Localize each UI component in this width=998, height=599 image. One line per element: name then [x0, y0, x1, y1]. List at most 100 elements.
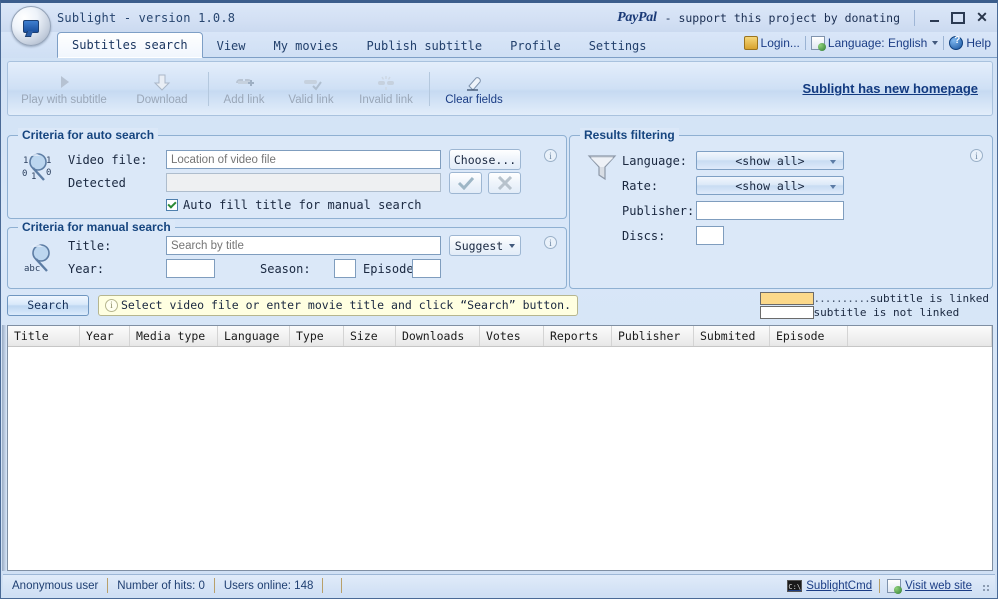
donate-text[interactable]: - support this project by donating [665, 11, 900, 25]
svg-text:1: 1 [23, 156, 28, 166]
globe-page-icon [811, 36, 825, 50]
grid-body[interactable] [8, 347, 992, 571]
tab-list: Subtitles search View My movies Publish … [57, 32, 661, 58]
column-header-type[interactable]: Type [290, 326, 344, 346]
info-icon[interactable]: i [544, 236, 557, 249]
column-header-submited[interactable]: Submited [694, 326, 770, 346]
console-icon: C:\ [787, 580, 802, 592]
filter-publisher-input[interactable] [696, 201, 844, 220]
detected-input[interactable] [166, 173, 441, 192]
download-arrow-icon [152, 72, 172, 92]
column-header-votes[interactable]: Votes [480, 326, 544, 346]
video-file-input[interactable] [166, 150, 441, 169]
column-header-size[interactable]: Size [344, 326, 396, 346]
episode-input[interactable] [412, 259, 441, 278]
status-users-online: Users online: 148 [215, 578, 324, 593]
choose-button[interactable]: Choose... [449, 149, 521, 170]
paypal-logo[interactable]: PayPal [617, 10, 656, 26]
visit-website-link[interactable]: Visit web site [887, 579, 972, 593]
tab-profile[interactable]: Profile [496, 35, 575, 58]
svg-text:abc: abc [24, 264, 40, 274]
search-action-row: Search i Select video file or enter movi… [7, 293, 993, 317]
filter-language-select[interactable]: <show all> [696, 151, 844, 170]
clear-fields-button[interactable]: Clear fields [434, 65, 514, 113]
column-header-language[interactable]: Language [218, 326, 290, 346]
search-button[interactable]: Search [7, 295, 89, 316]
globe-page-icon [887, 579, 901, 593]
visit-website-label: Visit web site [905, 580, 972, 592]
tab-strip: Subtitles search View My movies Publish … [1, 32, 998, 58]
column-header-publisher[interactable]: Publisher [612, 326, 694, 346]
resize-grip[interactable] [979, 581, 989, 591]
help-icon [949, 36, 963, 50]
filter-discs-input[interactable] [696, 226, 724, 245]
column-header-media-type[interactable]: Media type [130, 326, 218, 346]
language-selector[interactable]: Language: English [811, 36, 938, 50]
valid-link-label: Valid link [288, 94, 333, 106]
filter-rate-value: <show all> [735, 179, 804, 193]
grid-header-row: Title Year Media type Language Type Size… [8, 326, 992, 347]
legend-dots: .......... [814, 292, 870, 305]
chevron-down-icon [830, 185, 836, 189]
svg-text:1: 1 [31, 172, 36, 182]
suggest-button[interactable]: Suggest [449, 235, 521, 256]
sublightcmd-label: SublightCmd [806, 580, 872, 592]
magnifier-abc-icon: abc [24, 241, 62, 281]
play-icon [54, 72, 74, 92]
info-icon[interactable]: i [970, 149, 983, 162]
column-header-title[interactable]: Title [8, 326, 80, 346]
reject-detected-button[interactable] [488, 172, 521, 194]
clear-fields-label: Clear fields [445, 94, 503, 106]
column-header-episode[interactable]: Episode [770, 326, 848, 346]
minimize-icon[interactable] [923, 9, 945, 27]
toolbar-divider [429, 72, 430, 106]
tab-view[interactable]: View [203, 35, 260, 58]
invalid-link-button[interactable]: Invalid link [347, 65, 425, 113]
download-label: Download [136, 94, 187, 106]
filter-rate-select[interactable]: <show all> [696, 176, 844, 195]
link-status-legend: .......... subtitle is linked subtitle i… [760, 292, 993, 319]
invalid-link-icon [375, 72, 397, 92]
legend-row-linked: .......... subtitle is linked [760, 292, 989, 305]
window-controls: ✕ [914, 10, 993, 26]
title-input[interactable] [166, 236, 441, 255]
auto-search-panel: Criteria for auto search 1 1 0 1 0 Video… [7, 135, 567, 219]
add-link-button[interactable]: Add link [213, 65, 275, 113]
info-icon[interactable]: i [544, 149, 557, 162]
main-toolbar: Play with subtitle Download Ad [7, 61, 993, 116]
season-input[interactable] [334, 259, 356, 278]
legend-row-not-linked: subtitle is not linked [760, 306, 989, 319]
divider [805, 36, 806, 50]
download-button[interactable]: Download [120, 65, 204, 113]
search-hint-bar: i Select video file or enter movie title… [98, 295, 578, 316]
year-input[interactable] [166, 259, 215, 278]
login-button[interactable]: Login... [744, 36, 800, 50]
filter-discs-label: Discs: [622, 229, 665, 243]
help-label: Help [966, 36, 991, 50]
column-header-year[interactable]: Year [80, 326, 130, 346]
valid-link-button[interactable]: Valid link [275, 65, 347, 113]
status-hits: Number of hits: 0 [108, 578, 215, 593]
login-label: Login... [761, 36, 800, 50]
window-title: Sublight - version 1.0.8 [57, 11, 235, 25]
tab-publish-subtitle[interactable]: Publish subtitle [353, 35, 497, 58]
close-icon[interactable]: ✕ [971, 9, 993, 27]
maximize-icon[interactable] [947, 9, 969, 27]
year-label: Year: [68, 262, 104, 276]
new-homepage-link[interactable]: Sublight has new homepage [802, 81, 992, 96]
svg-text:0: 0 [46, 168, 51, 178]
column-header-downloads[interactable]: Downloads [396, 326, 480, 346]
divider [943, 36, 944, 50]
help-button[interactable]: Help [949, 36, 991, 50]
column-header-reports[interactable]: Reports [544, 326, 612, 346]
play-with-subtitle-button[interactable]: Play with subtitle [8, 65, 120, 113]
sublightcmd-link[interactable]: C:\ SublightCmd [787, 580, 872, 592]
tab-subtitles-search[interactable]: Subtitles search [57, 32, 203, 58]
auto-fill-title-checkbox[interactable]: Auto fill title for manual search [166, 198, 421, 212]
language-label: Language: English [828, 36, 927, 50]
tab-my-movies[interactable]: My movies [260, 35, 353, 58]
tab-settings[interactable]: Settings [575, 35, 661, 58]
divider [879, 579, 880, 593]
status-bar: Anonymous user Number of hits: 0 Users o… [3, 574, 995, 596]
accept-detected-button[interactable] [449, 172, 482, 194]
